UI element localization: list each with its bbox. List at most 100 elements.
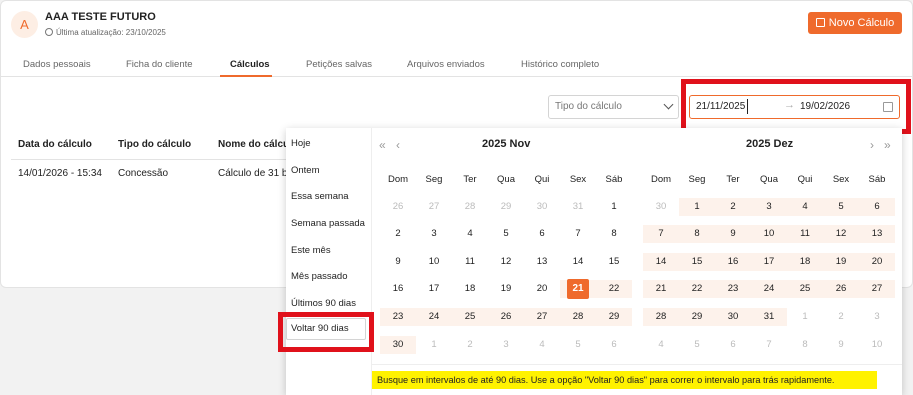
calendar-day[interactable]: 30 [380, 336, 416, 354]
calendar-day[interactable]: 21 [643, 280, 679, 298]
tab-arquivos-enviados[interactable]: Arquivos enviados [407, 59, 485, 70]
prev-month-icon[interactable]: ‹ [396, 138, 400, 152]
calendar-day[interactable]: 22 [596, 280, 632, 298]
calendar-day[interactable]: 31 [751, 308, 787, 326]
calendar-day-outside[interactable]: 27 [416, 198, 452, 216]
calendar-day[interactable]: 25 [452, 308, 488, 326]
range-start-input[interactable]: 21/11/2025 [696, 101, 745, 112]
calendar-day[interactable]: 8 [596, 225, 632, 243]
calendar-day-outside[interactable]: 3 [488, 336, 524, 354]
calendar-day[interactable]: 16 [380, 280, 416, 298]
calendar-day[interactable]: 22 [679, 280, 715, 298]
next-year-icon[interactable]: » [884, 138, 891, 152]
calendar-day[interactable]: 4 [787, 198, 823, 216]
calendar-day[interactable]: 27 [524, 308, 560, 326]
calendar-day[interactable]: 15 [596, 253, 632, 271]
calendar-day[interactable]: 4 [452, 225, 488, 243]
calendar-day[interactable]: 19 [823, 253, 859, 271]
preset-mes-passado[interactable]: Mês passado [291, 271, 348, 282]
tab-historico-completo[interactable]: Histórico completo [521, 59, 599, 70]
calendar-day[interactable]: 10 [751, 225, 787, 243]
calc-type-select[interactable]: Tipo do cálculo [548, 95, 679, 119]
calendar-day[interactable]: 15 [679, 253, 715, 271]
month-title-right[interactable]: 2025 Dez [746, 138, 793, 150]
calendar-day[interactable]: 12 [823, 225, 859, 243]
preset-essa-semana[interactable]: Essa semana [291, 191, 349, 202]
calendar-day-outside[interactable]: 5 [560, 336, 596, 354]
calendar-day-outside[interactable]: 5 [679, 336, 715, 354]
calendar-day[interactable]: 23 [715, 280, 751, 298]
calendar-day[interactable]: 20 [524, 280, 560, 298]
calendar-day-outside[interactable]: 1 [416, 336, 452, 354]
calendar-day-outside[interactable]: 31 [560, 198, 596, 216]
calendar-day[interactable]: 25 [787, 280, 823, 298]
preset-ultimos-90-dias[interactable]: Últimos 90 dias [291, 298, 356, 309]
tab-calculos[interactable]: Cálculos [230, 59, 270, 70]
preset-semana-passada[interactable]: Semana passada [291, 218, 365, 229]
calendar-day[interactable]: 19 [488, 280, 524, 298]
calendar-day[interactable]: 27 [859, 280, 895, 298]
calendar-day[interactable]: 7 [560, 225, 596, 243]
calendar-day[interactable]: 8 [679, 225, 715, 243]
calendar-day[interactable]: 17 [751, 253, 787, 271]
calendar-day[interactable]: 20 [859, 253, 895, 271]
calendar-day-outside[interactable]: 2 [823, 308, 859, 326]
calendar-day[interactable]: 24 [416, 308, 452, 326]
calendar-day-outside[interactable]: 1 [787, 308, 823, 326]
preset-este-mes[interactable]: Este mês [291, 245, 331, 256]
month-title-left[interactable]: 2025 Nov [482, 138, 530, 150]
calendar-day[interactable]: 6 [524, 225, 560, 243]
preset-voltar-90-dias[interactable]: Voltar 90 dias [286, 318, 366, 340]
calendar-day[interactable]: 28 [643, 308, 679, 326]
date-range-picker[interactable]: 21/11/2025 → 19/02/2026 [689, 95, 900, 119]
calendar-day-outside[interactable]: 9 [823, 336, 859, 354]
calendar-day-outside[interactable]: 3 [859, 308, 895, 326]
calendar-day-outside[interactable]: 6 [715, 336, 751, 354]
calendar-day[interactable]: 6 [859, 198, 895, 216]
calendar-day-outside[interactable]: 4 [524, 336, 560, 354]
calendar-day[interactable]: 17 [416, 280, 452, 298]
calendar-day-selected[interactable]: 21 [560, 279, 596, 299]
tab-dados-pessoais[interactable]: Dados pessoais [23, 59, 91, 70]
calendar-day[interactable]: 9 [380, 253, 416, 271]
tab-peticoes-salvas[interactable]: Petições salvas [306, 59, 372, 70]
next-month-icon[interactable]: › [870, 138, 874, 152]
calendar-day[interactable]: 11 [787, 225, 823, 243]
calendar-day-outside[interactable]: 10 [859, 336, 895, 354]
calendar-day-outside[interactable]: 8 [787, 336, 823, 354]
calendar-day[interactable]: 9 [715, 225, 751, 243]
preset-hoje[interactable]: Hoje [291, 138, 311, 149]
calendar-day[interactable]: 14 [560, 253, 596, 271]
calendar-day[interactable]: 1 [596, 198, 632, 216]
calendar-day[interactable]: 7 [643, 225, 679, 243]
calendar-day-outside[interactable]: 30 [524, 198, 560, 216]
calendar-day[interactable]: 10 [416, 253, 452, 271]
new-calculation-button[interactable]: Novo Cálculo [808, 12, 902, 34]
calendar-day-outside[interactable]: 4 [643, 336, 679, 354]
calendar-day[interactable]: 3 [751, 198, 787, 216]
calendar-day[interactable]: 18 [452, 280, 488, 298]
calendar-day[interactable]: 3 [416, 225, 452, 243]
preset-ontem[interactable]: Ontem [291, 165, 320, 176]
calendar-day[interactable]: 13 [859, 225, 895, 243]
calendar-day-outside[interactable]: 2 [452, 336, 488, 354]
calendar-day-outside[interactable]: 6 [596, 336, 632, 354]
calendar-day[interactable]: 23 [380, 308, 416, 326]
calendar-day[interactable]: 18 [787, 253, 823, 271]
calendar-day[interactable]: 26 [488, 308, 524, 326]
calendar-day[interactable]: 1 [679, 198, 715, 216]
calendar-day[interactable]: 28 [560, 308, 596, 326]
range-end-input[interactable]: 19/02/2026 [800, 101, 850, 112]
prev-year-icon[interactable]: « [379, 138, 386, 152]
calendar-day[interactable]: 5 [823, 198, 859, 216]
calendar-day-outside[interactable]: 26 [380, 198, 416, 216]
calendar-day[interactable]: 2 [715, 198, 751, 216]
calendar-day[interactable]: 2 [380, 225, 416, 243]
calendar-day[interactable]: 30 [715, 308, 751, 326]
calendar-day-outside[interactable]: 30 [643, 198, 679, 216]
calendar-day[interactable]: 26 [823, 280, 859, 298]
calendar-day[interactable]: 12 [488, 253, 524, 271]
calendar-day-outside[interactable]: 28 [452, 198, 488, 216]
calendar-day[interactable]: 29 [596, 308, 632, 326]
calendar-day-outside[interactable]: 7 [751, 336, 787, 354]
